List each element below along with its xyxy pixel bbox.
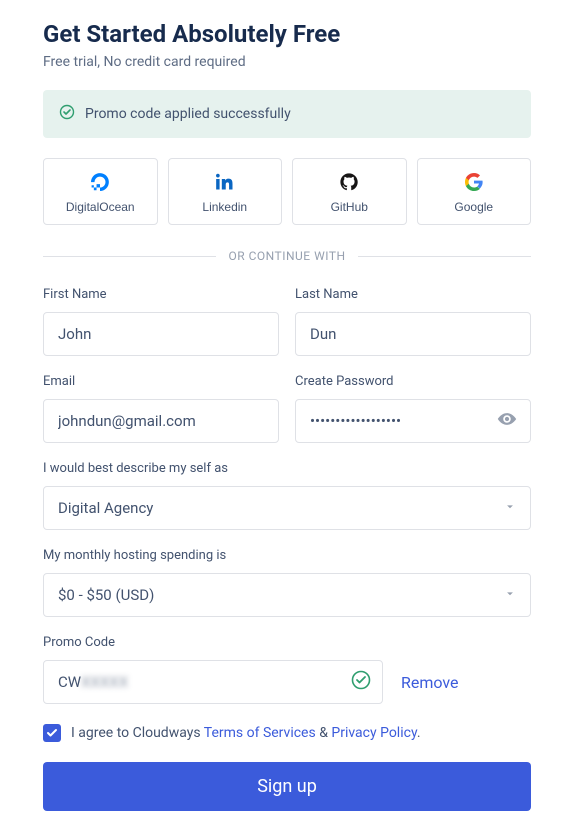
github-button[interactable]: GitHub	[292, 158, 407, 225]
terms-link[interactable]: Terms of Services	[204, 725, 316, 741]
spending-label: My monthly hosting spending is	[43, 548, 531, 563]
remove-link[interactable]: Remove	[401, 673, 459, 692]
last-name-label: Last Name	[295, 287, 531, 302]
google-button[interactable]: Google	[417, 158, 532, 225]
first-name-label: First Name	[43, 287, 279, 302]
digitalocean-button[interactable]: DigitalOcean	[43, 158, 158, 225]
promo-banner-text: Promo code applied successfully	[85, 106, 291, 122]
email-input[interactable]	[43, 399, 279, 443]
password-label: Create Password	[295, 374, 531, 389]
linkedin-button[interactable]: Linkedin	[168, 158, 283, 225]
divider: OR CONTINUE WITH	[43, 249, 531, 263]
digitalocean-icon	[91, 173, 109, 194]
spending-select[interactable]: $0 - $50 (USD)	[43, 573, 531, 617]
check-circle-icon	[351, 670, 371, 694]
describe-label: I would best describe my self as	[43, 461, 531, 476]
first-name-input[interactable]	[43, 312, 279, 356]
signup-button[interactable]: Sign up	[43, 762, 531, 811]
social-label: Google	[454, 200, 493, 214]
linkedin-icon	[216, 173, 234, 194]
describe-select[interactable]: Digital Agency	[43, 486, 531, 530]
check-circle-icon	[59, 104, 75, 124]
social-label: GitHub	[331, 200, 368, 214]
last-name-input[interactable]	[295, 312, 531, 356]
promo-label: Promo Code	[43, 635, 531, 650]
promo-input[interactable]: CWXXXXX	[43, 660, 383, 704]
promo-banner: Promo code applied successfully	[43, 90, 531, 138]
page-title: Get Started Absolutely Free	[43, 20, 531, 48]
github-icon	[340, 173, 358, 194]
divider-text: OR CONTINUE WITH	[228, 249, 345, 263]
privacy-link[interactable]: Privacy Policy	[331, 725, 416, 741]
eye-icon[interactable]	[497, 409, 517, 433]
social-label: DigitalOcean	[66, 200, 135, 214]
google-icon	[465, 173, 483, 194]
page-subtitle: Free trial, No credit card required	[43, 54, 531, 70]
agree-checkbox[interactable]	[43, 724, 61, 742]
agree-text: I agree to Cloudways Terms of Services &…	[71, 725, 421, 741]
email-label: Email	[43, 374, 279, 389]
password-input[interactable]	[295, 399, 531, 443]
social-label: Linkedin	[202, 200, 247, 214]
